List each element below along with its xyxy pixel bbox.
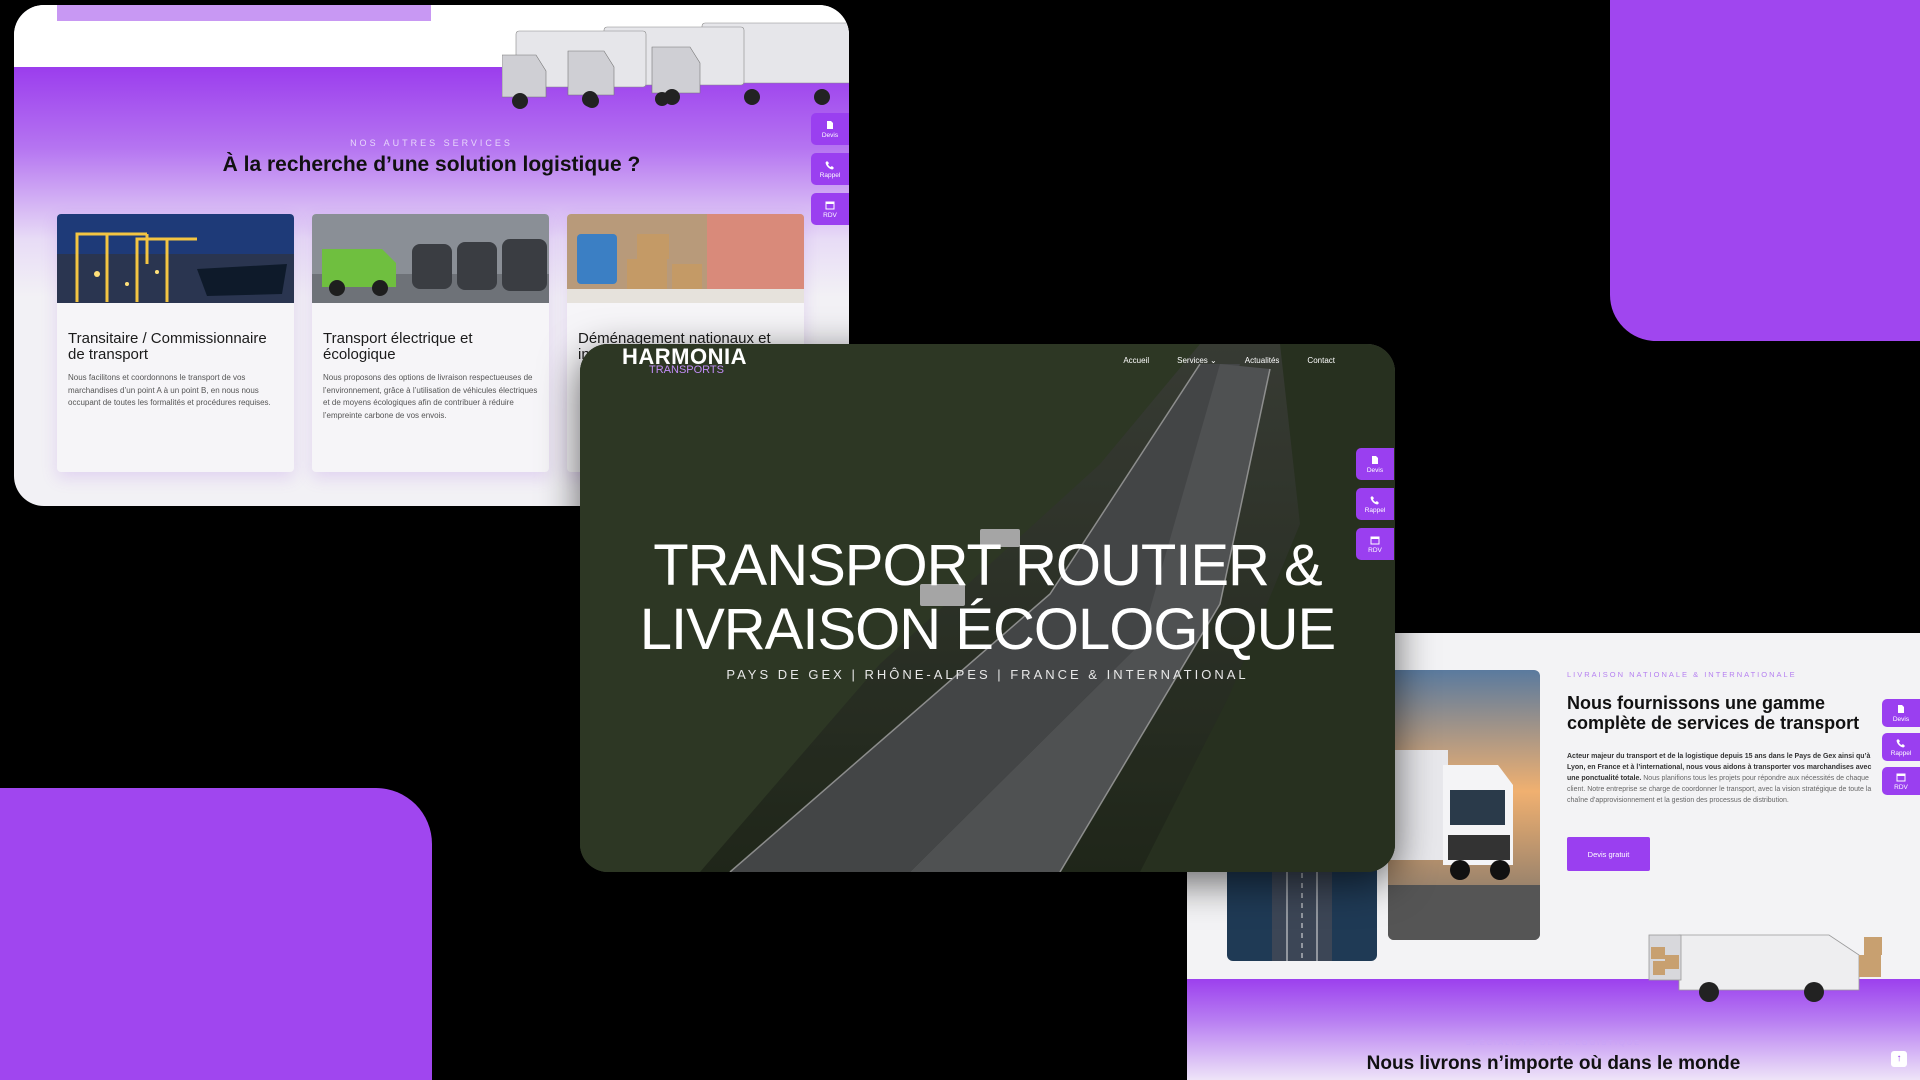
truck-sunset-image (1388, 670, 1540, 940)
rdv-button[interactable]: RDV (811, 193, 849, 225)
nav-item-actualites[interactable]: Actualités (1245, 356, 1280, 365)
hero-title: TRANSPORT ROUTIER & LIVRAISON ÉCOLOGIQUE (580, 534, 1395, 662)
document-icon (1372, 455, 1378, 464)
section-heading: À la recherche d’une solution logistique… (222, 153, 641, 176)
section-body: Acteur majeur du transport et de la logi… (1567, 751, 1881, 806)
rappel-button[interactable]: Rappel (1356, 488, 1394, 520)
nav-item-accueil[interactable]: Accueil (1123, 356, 1149, 365)
section-eyebrow: NOS AUTRES SERVICES (350, 138, 513, 148)
decorative-block-top-right (1610, 0, 1920, 341)
logo-subtitle: TRANSPORTS (649, 364, 724, 376)
service-card-title: Transitaire / Commissionnaire de transpo… (68, 330, 267, 363)
service-card-title: Transport électrique et écologique (323, 330, 473, 363)
scroll-progress-bar (57, 5, 431, 21)
devis-button[interactable]: Devis (811, 113, 849, 145)
trucks-image (502, 22, 849, 109)
phone-icon (825, 160, 834, 169)
rappel-button[interactable]: Rappel (1882, 733, 1920, 761)
section-heading-2: Nous livrons n’importe où dans le monde (1366, 1053, 1741, 1074)
main-navigation: Accueil Services ⌄ Actualités Contact (1123, 356, 1335, 365)
calendar-icon (1896, 773, 1906, 781)
section-eyebrow-2: SPÉCIALISTE DE LA LOGISTIQUE (1465, 1038, 1642, 1047)
port-cranes-image (57, 214, 294, 303)
free-quote-button[interactable]: Devis gratuit (1567, 837, 1650, 871)
hero-page-screenshot: HARMONIA TRANSPORTS Accueil Services ⌄ A… (580, 344, 1395, 872)
devis-button[interactable]: Devis (1356, 448, 1394, 480)
hero-title-line-2: LIVRAISON ÉCOLOGIQUE (639, 597, 1337, 662)
calendar-icon (825, 201, 835, 209)
document-icon (827, 120, 833, 129)
rdv-button[interactable]: RDV (1882, 767, 1920, 795)
service-card-electric[interactable]: Transport électrique et écologique Nous … (312, 214, 549, 472)
electric-vans-image (312, 214, 549, 303)
hero-subtitle: PAYS DE GEX | RHÔNE-ALPES | FRANCE & INT… (726, 667, 1249, 682)
site-logo[interactable]: HARMONIA TRANSPORTS (622, 344, 747, 376)
hero-title-line-1: TRANSPORT ROUTIER & (653, 533, 1323, 598)
service-card-forwarding[interactable]: Transitaire / Commissionnaire de transpo… (57, 214, 294, 472)
service-card-text: Nous proposons des options de livraison … (323, 373, 538, 420)
service-card-text: Nous facilitons et coordonnons le transp… (68, 373, 271, 407)
phone-icon (1896, 738, 1905, 747)
rappel-button[interactable]: Rappel (811, 153, 849, 185)
nav-item-contact[interactable]: Contact (1307, 356, 1335, 365)
moving-boxes-image (567, 214, 804, 303)
floating-action-buttons: Devis Rappel RDV (811, 113, 849, 225)
section-heading: Nous fournissons une gamme complète de s… (1567, 693, 1860, 733)
phone-icon (1370, 495, 1379, 504)
floating-action-buttons: Devis Rappel RDV (1882, 699, 1920, 795)
devis-button[interactable]: Devis (1882, 699, 1920, 727)
delivery-van-image (1648, 934, 1882, 1002)
scroll-top-button[interactable]: ↑ (1891, 1051, 1907, 1067)
nav-item-services[interactable]: Services ⌄ (1177, 356, 1217, 365)
document-icon (1898, 704, 1904, 713)
section-eyebrow: LIVRAISON NATIONALE & INTERNATIONALE (1567, 670, 1797, 679)
decorative-block-bottom-left (0, 788, 432, 1080)
